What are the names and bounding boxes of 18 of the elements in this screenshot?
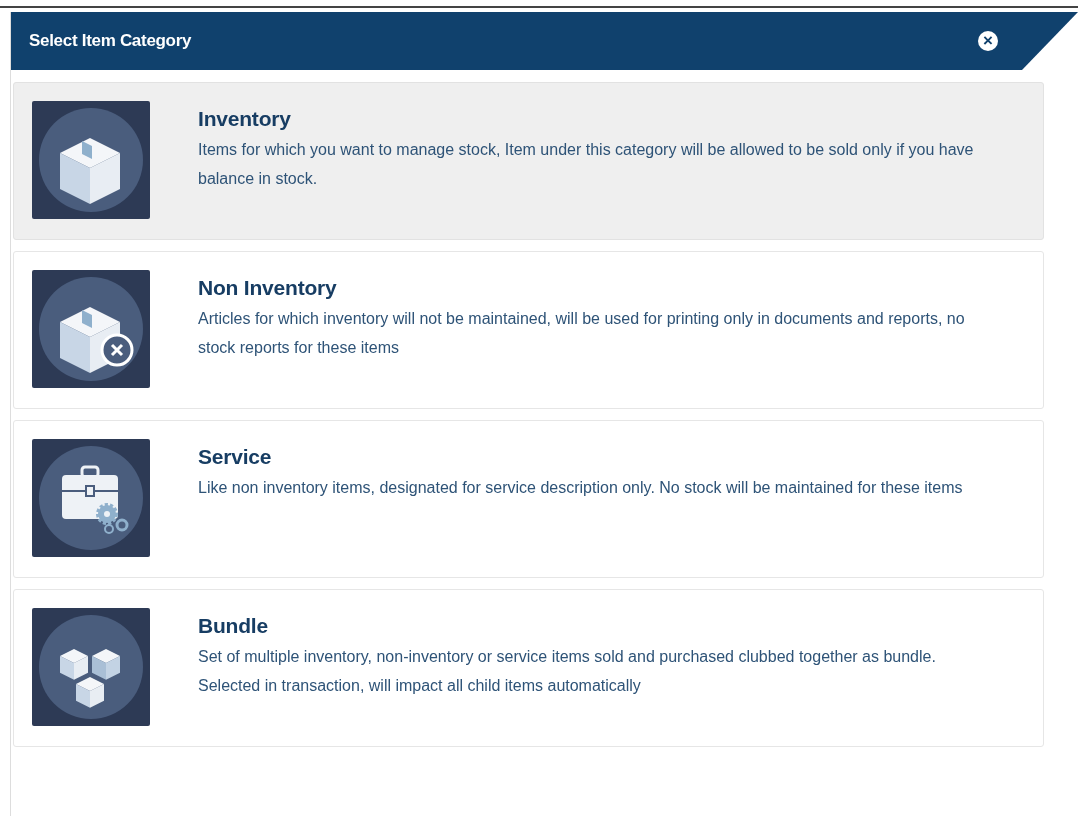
category-title: Inventory: [198, 107, 292, 131]
category-option[interactable]: Inventory Items for which you want to manage stock, Item under this category will be allowed to be sold only if you have balance in stock.: [13, 82, 1044, 240]
briefcase-icon: [32, 439, 150, 557]
category-title: Service: [198, 445, 273, 469]
category-description: Set of multiple inventory, non-inventory or service items sold and purchased clubbed together as bundle. Selected in transaction, will impact all child items automatically: [198, 647, 937, 696]
category-description: Like non inventory items, designated for service description only. No stock will be maintained for these items: [198, 478, 963, 498]
category-description: Items for which you want to manage stock, Item under this category will be allowed to be sold only if you have balance in stock.: [198, 140, 975, 189]
box-icon: [32, 270, 150, 388]
category-title: Non Inventory: [198, 276, 338, 300]
box-icon: [32, 101, 150, 219]
category-option[interactable]: Bundle Set of multiple inventory, non-inventory or service items sold and purchased clubbed together as bundle. Selected in transaction, will impact all child items automatically: [13, 589, 1044, 747]
category-title: Bundle: [198, 614, 269, 638]
category-description: Articles for which inventory will not be maintained, will be used for printing only in documents and reports, no stock reports for these items: [198, 309, 966, 358]
category-option[interactable]: Service Like non inventory items, designated for service description only. No stock will be maintained for these items: [13, 420, 1044, 578]
dialog-title: Select Item Category: [29, 31, 192, 51]
category-option[interactable]: Non Inventory Articles for which inventory will not be maintained, will be used for printing only in documents and reports, no stock reports for these items: [13, 251, 1044, 409]
close-button[interactable]: ×: [978, 31, 998, 51]
boxes-icon: [32, 608, 150, 726]
